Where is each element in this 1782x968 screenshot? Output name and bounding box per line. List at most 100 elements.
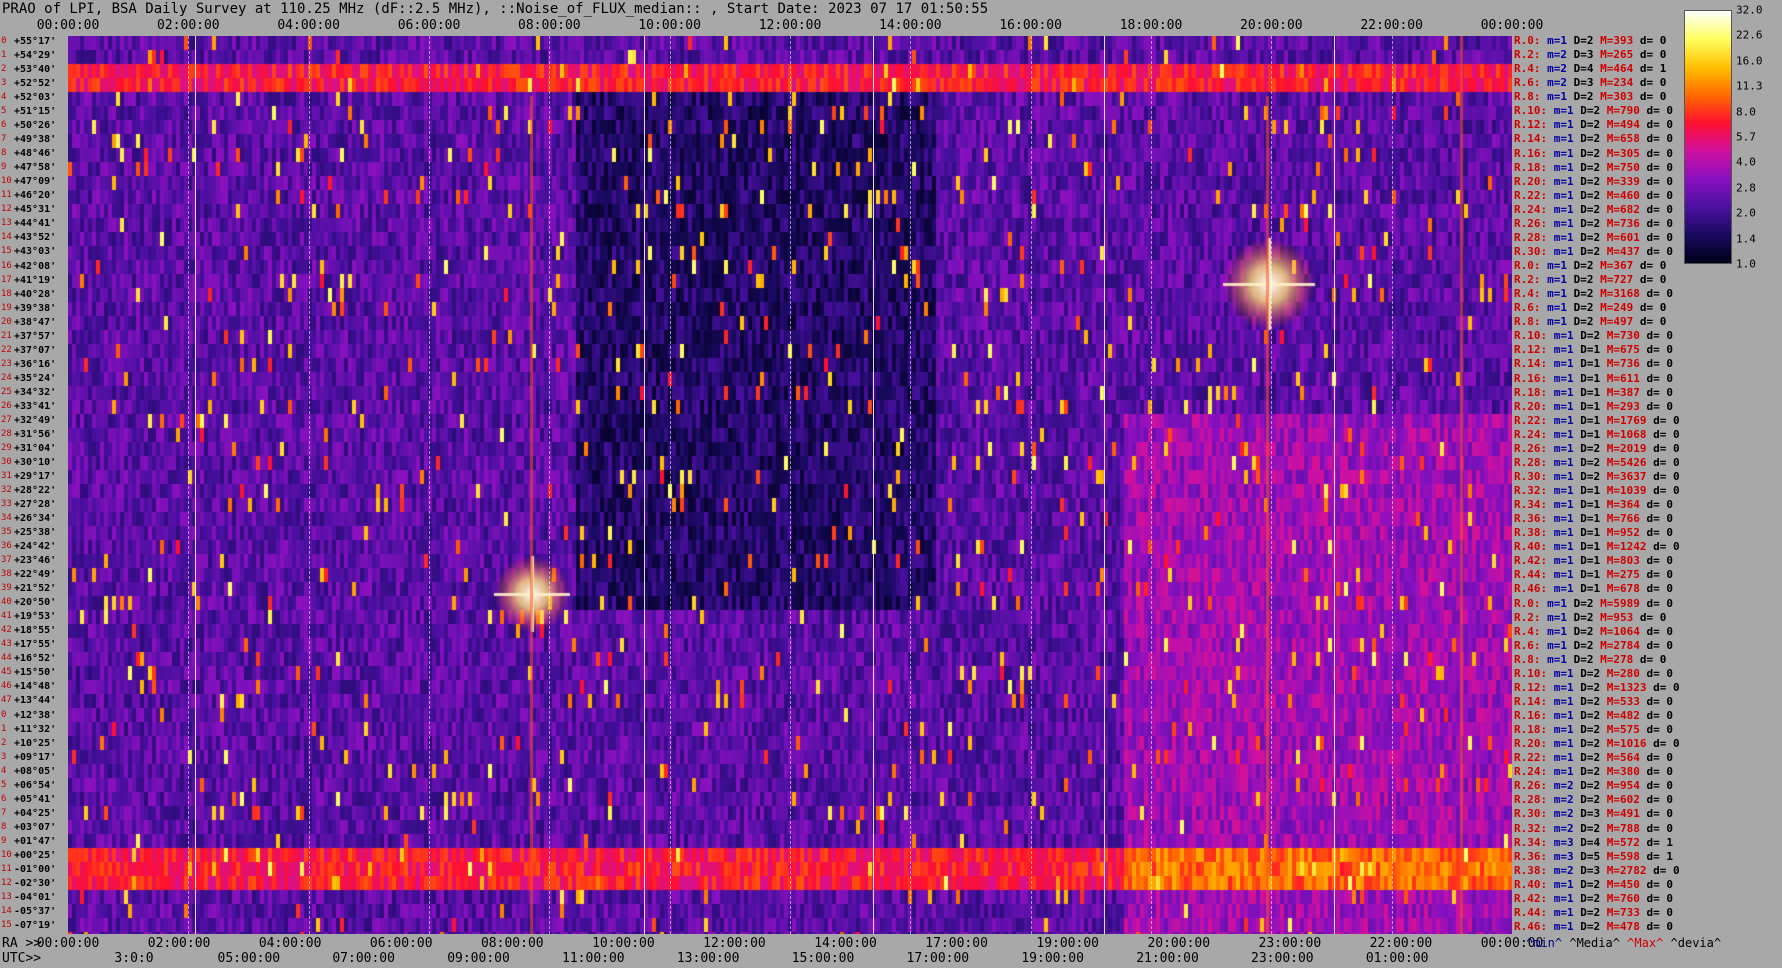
declination-label: 39 +21°52' xyxy=(0,583,68,597)
scan-gap-line xyxy=(1104,36,1105,934)
stat-row: R.44: m=1 D=2 M=733 d= 0 xyxy=(1514,906,1673,919)
stat-ray: R.20: xyxy=(1514,737,1548,751)
stat-median: D=3 xyxy=(1573,76,1594,90)
stat-deviation: d= 0 xyxy=(1646,666,1674,680)
stat-max: M=482 xyxy=(1606,709,1640,722)
stat-deviation: d= 0 xyxy=(1646,132,1674,146)
stat-max: M=303 xyxy=(1600,90,1634,104)
colorbar-tick: 32.0 xyxy=(1736,3,1763,17)
stat-ray: R.20: xyxy=(1514,174,1548,188)
utc-axis-tick: 05:00:00 xyxy=(217,951,281,966)
stat-deviation: d= 0 xyxy=(1646,596,1674,610)
stat-max: M=387 xyxy=(1606,385,1640,399)
stat-median: D=2 xyxy=(1573,259,1594,272)
declination-label: 10 +00°25' xyxy=(0,850,68,864)
stat-ray: R.12: xyxy=(1514,118,1548,132)
declination-label: 0 +55°17' xyxy=(0,36,68,50)
stat-max: M=437 xyxy=(1606,244,1640,258)
stat-median: D=2 xyxy=(1580,877,1601,891)
stat-min: m=1 xyxy=(1547,301,1567,315)
stat-row: R.16: m=1 D=1 M=611 d= 0 xyxy=(1514,372,1673,385)
stat-ray: R.46: xyxy=(1514,582,1548,596)
declination-value: -05°37' xyxy=(14,905,57,917)
declination-index: 1 xyxy=(1,50,7,61)
stat-ray: R.4: xyxy=(1514,624,1541,638)
declination-value: +20°50' xyxy=(14,597,57,609)
declination-label: 5 +51°15' xyxy=(0,106,68,120)
stat-min: m=1 xyxy=(1553,371,1574,385)
declination-index: 16 xyxy=(1,260,12,271)
stat-ray: R.24: xyxy=(1514,202,1548,216)
stat-median: D=2 xyxy=(1580,441,1601,455)
declination-label: 20 +38°47' xyxy=(0,317,68,331)
stat-deviation: d= 0 xyxy=(1646,919,1674,933)
stat-min: m=1 xyxy=(1553,455,1574,469)
stat-min: m=1 xyxy=(1547,596,1567,610)
colorbar-gradient xyxy=(1684,10,1732,264)
stat-deviation: d= 0 xyxy=(1646,230,1674,244)
stat-max: M=675 xyxy=(1606,343,1640,357)
declination-value: +43°03' xyxy=(14,246,57,258)
stat-max: M=293 xyxy=(1606,399,1640,413)
stat-row: R.32: m=1 D=1 M=1039 d= 0 xyxy=(1514,484,1680,497)
stat-min: m=1 xyxy=(1547,273,1567,287)
grid-line xyxy=(1271,36,1273,934)
declination-value: -02°30' xyxy=(14,877,57,889)
stat-ray: R.8: xyxy=(1514,90,1541,104)
stat-deviation: d= 0 xyxy=(1646,244,1674,258)
stat-min: m=1 xyxy=(1547,624,1567,638)
declination-label: 14 -05°37' xyxy=(0,906,68,920)
stat-max: M=339 xyxy=(1606,174,1640,188)
declination-value: +46°20' xyxy=(14,190,57,202)
declination-label: 7 +49°38' xyxy=(0,134,68,148)
stat-min: m=1 xyxy=(1553,582,1574,596)
declination-index: 22 xyxy=(1,344,12,355)
stat-row: R.30: m=1 D=2 M=437 d= 0 xyxy=(1514,245,1673,258)
stat-min: m=1 xyxy=(1553,230,1574,244)
stat-ray: R.22: xyxy=(1514,413,1548,427)
stat-deviation: d= 0 xyxy=(1646,174,1674,188)
ra-axis-tick: 06:00:00 xyxy=(369,936,433,951)
stat-ray: R.42: xyxy=(1514,554,1548,568)
stat-max: M=682 xyxy=(1606,202,1640,216)
declination-value: +43°52' xyxy=(14,232,57,244)
declination-value: +14°48' xyxy=(14,681,57,693)
declination-index: 40 xyxy=(1,597,12,608)
stat-deviation: d= 0 xyxy=(1653,540,1680,554)
scan-gap-line xyxy=(873,36,874,934)
stat-row: R.42: m=1 D=1 M=803 d= 0 xyxy=(1514,554,1673,567)
declination-value: +45°31' xyxy=(14,204,57,216)
stat-median: D=2 xyxy=(1580,188,1601,202)
footer-min: ^min^ xyxy=(1526,936,1563,950)
stat-deviation: d= 0 xyxy=(1646,905,1674,919)
stat-deviation: d= 1 xyxy=(1646,849,1674,863)
colorbar-tick: 8.0 xyxy=(1736,105,1756,119)
stat-median: D=2 xyxy=(1580,919,1601,933)
stat-min: m=3 xyxy=(1553,849,1574,863)
stat-median: D=2 xyxy=(1573,638,1594,652)
stat-ray: R.26: xyxy=(1514,779,1548,793)
grid-line xyxy=(429,36,430,934)
utc-axis-tick: 07:00:00 xyxy=(332,951,395,966)
stat-row: R.10: m=1 D=2 M=730 d= 0 xyxy=(1514,329,1673,342)
stat-ray: R.38: xyxy=(1514,863,1548,877)
stat-deviation: d= 0 xyxy=(1646,287,1674,301)
stat-median: D=3 xyxy=(1580,807,1601,821)
scan-gap-line xyxy=(195,36,196,934)
stat-median: D=1 xyxy=(1580,554,1601,568)
stat-median: D=3 xyxy=(1573,48,1594,62)
declination-value: -07°19' xyxy=(14,919,57,931)
utc-axis-tick: 17:00:00 xyxy=(906,951,970,966)
stat-deviation: d= 0 xyxy=(1646,624,1674,638)
stat-deviation: d= 0 xyxy=(1646,118,1674,132)
stat-deviation: d= 0 xyxy=(1639,76,1667,90)
ra-axis-label: RA >> xyxy=(2,936,42,951)
stat-ray: R.28: xyxy=(1514,793,1548,807)
stat-min: m=1 xyxy=(1553,709,1574,722)
stat-median: D=2 xyxy=(1580,793,1601,807)
stat-median: D=4 xyxy=(1573,62,1594,76)
top-axis-tick: 00:00:00 xyxy=(1480,18,1544,33)
stat-min: m=1 xyxy=(1553,343,1574,357)
stat-row: R.26: m=1 D=2 M=736 d= 0 xyxy=(1514,217,1673,230)
declination-index: 12 xyxy=(1,204,12,215)
